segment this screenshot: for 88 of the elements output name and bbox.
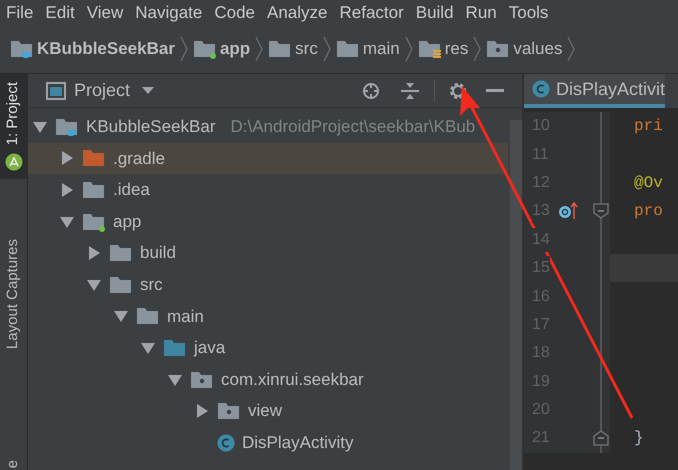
menu-item[interactable]: View — [80, 4, 130, 20]
tree-item-label: .gradle — [113, 148, 165, 170]
fold-marker-icon[interactable] — [593, 430, 609, 446]
tree-item-label: com.xinrui.seekbar — [221, 368, 364, 391]
folder-icon — [268, 38, 292, 58]
fold-marker-icon[interactable] — [593, 203, 609, 220]
breadcrumb-item[interactable]: KBubbleSeekBar — [37, 36, 175, 62]
breadcrumb-item[interactable]: src — [295, 36, 318, 62]
class-icon — [217, 434, 235, 452]
folder-icon — [163, 338, 187, 358]
collapsed-arrow-icon[interactable] — [59, 182, 75, 198]
folder-icon — [109, 243, 133, 264]
breadcrumb-item[interactable]: app — [220, 36, 250, 62]
menu-item[interactable]: Edit — [39, 4, 81, 20]
project-path: D:\AndroidProject\seekbar\KBub — [230, 116, 476, 138]
expanded-arrow-icon[interactable] — [113, 308, 129, 324]
project-folder-icon — [55, 116, 79, 137]
folder-icon — [336, 38, 360, 58]
scrollbar[interactable] — [510, 120, 522, 470]
tool-window-tab[interactable]: 1: Project — [0, 74, 27, 154]
tree-item[interactable]: DisPlayActivity — [28, 426, 508, 459]
tree-item[interactable]: view — [28, 395, 508, 427]
override-marker-icon[interactable] — [558, 202, 578, 220]
tree-item[interactable]: src — [28, 268, 508, 301]
chevron-icon — [322, 36, 332, 62]
menu-item[interactable]: File — [0, 4, 40, 20]
chevron-icon — [178, 36, 189, 62]
project-folder-icon — [10, 38, 34, 58]
tree-item-label: KBubbleSeekBar — [86, 116, 216, 138]
tree-item-label: java — [194, 337, 226, 360]
tree-item-label: DisPlayActivity — [242, 432, 354, 454]
collapsed-arrow-icon[interactable] — [59, 150, 75, 166]
menu-item[interactable]: Run — [460, 4, 503, 20]
menu-item[interactable]: Refactor — [333, 4, 410, 20]
android-icon — [4, 153, 22, 172]
menu-item[interactable]: Tools — [502, 4, 554, 20]
breadcrumb-item[interactable]: main — [362, 36, 400, 62]
menu-item[interactable]: Code — [208, 4, 261, 20]
class-icon — [532, 80, 550, 98]
code-text: pro — [634, 201, 663, 222]
tree-item[interactable]: .idea — [28, 174, 508, 206]
tree-item-label: build — [140, 242, 176, 264]
tree-item-label: src — [140, 274, 163, 296]
module-folder-icon — [192, 38, 217, 58]
tree-item[interactable]: java — [28, 332, 508, 364]
panel-title[interactable]: Project — [74, 77, 130, 104]
menu-item[interactable]: Navigate — [129, 4, 208, 20]
folder-icon — [82, 148, 106, 168]
code-text: } — [634, 428, 644, 450]
tree-item-label: app — [113, 210, 142, 233]
minimize-icon[interactable] — [486, 88, 504, 92]
module-folder-icon — [82, 212, 106, 232]
tree-item-label: view — [248, 400, 282, 422]
breadcrumb-item[interactable]: values — [513, 36, 562, 62]
collapsed-arrow-icon[interactable] — [86, 245, 102, 262]
chevron-icon — [566, 36, 576, 62]
panel-icon — [46, 82, 66, 100]
code-text: pri — [634, 116, 663, 138]
tree-item[interactable]: KBubbleSeekBar D:\AndroidProject\seekbar\KBub — [28, 111, 508, 143]
tree-item[interactable]: com.xinrui.seekbar — [28, 364, 508, 396]
tree-item[interactable]: app — [28, 206, 508, 238]
package-folder-icon — [486, 38, 510, 58]
tree-item-label: main — [167, 306, 204, 328]
tree-item[interactable]: build — [28, 237, 508, 269]
collapsed-arrow-icon[interactable] — [194, 403, 210, 420]
tree-item-label: .idea — [113, 179, 150, 202]
menu-item[interactable]: Build — [410, 4, 460, 20]
tool-window-tab[interactable]: e — [0, 452, 27, 470]
tree-item[interactable]: .gradle — [28, 142, 508, 174]
chevron-icon — [404, 36, 414, 62]
collapse-all-icon[interactable] — [400, 82, 420, 100]
folder-icon — [82, 180, 106, 200]
chevron-icon — [254, 36, 264, 62]
tree-item[interactable]: main — [28, 300, 508, 332]
breadcrumb-item[interactable]: res — [444, 36, 468, 62]
menu-item[interactable]: Analyze — [261, 4, 334, 20]
settings-icon[interactable] — [448, 80, 468, 100]
folder-icon — [136, 306, 160, 326]
dropdown-caret-icon[interactable] — [142, 86, 154, 94]
package-folder-icon — [190, 370, 214, 390]
tool-window-tab[interactable]: Layout Captures — [0, 231, 27, 358]
resources-folder-icon — [418, 38, 442, 58]
crosshair-icon[interactable] — [362, 82, 380, 100]
package-folder-icon — [217, 401, 241, 422]
folder-icon — [109, 274, 133, 295]
code-text: @Ov — [634, 172, 663, 194]
editor-tab[interactable]: DisPlayActivit — [524, 74, 666, 108]
chevron-icon — [472, 36, 482, 62]
